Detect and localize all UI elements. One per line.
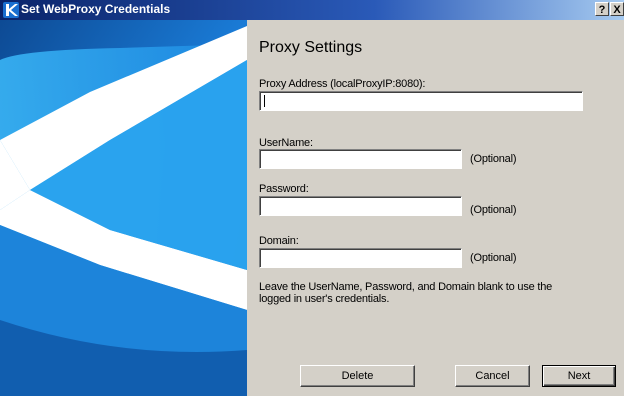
proxy-address-label: Proxy Address (localProxyIP:8080): [259,78,426,90]
username-input[interactable] [259,149,462,169]
window-title: Set WebProxy Credentials [21,2,171,16]
close-button[interactable]: X [610,2,624,16]
password-label: Password: [259,183,309,195]
username-label: UserName: [259,137,313,149]
next-button[interactable]: Next [542,365,616,387]
title-bar[interactable]: Set WebProxy Credentials ? X [0,0,624,20]
password-input[interactable] [259,196,462,216]
help-button[interactable]: ? [595,2,609,16]
text-caret [264,95,265,107]
delete-button[interactable]: Delete [300,365,415,387]
username-optional-hint: (Optional) [470,153,517,165]
domain-label: Domain: [259,235,299,247]
domain-optional-hint: (Optional) [470,252,517,264]
brand-artwork [0,20,247,396]
page-title: Proxy Settings [259,39,363,56]
proxy-address-input[interactable] [259,91,583,111]
dialog-window: Set WebProxy Credentials ? X Proxy Setti… [0,0,624,396]
k-logo-icon [3,2,19,18]
credentials-note: Leave the UserName, Password, and Domain… [259,281,553,305]
cancel-button[interactable]: Cancel [455,365,530,387]
password-optional-hint: (Optional) [470,204,517,216]
domain-input[interactable] [259,248,462,268]
